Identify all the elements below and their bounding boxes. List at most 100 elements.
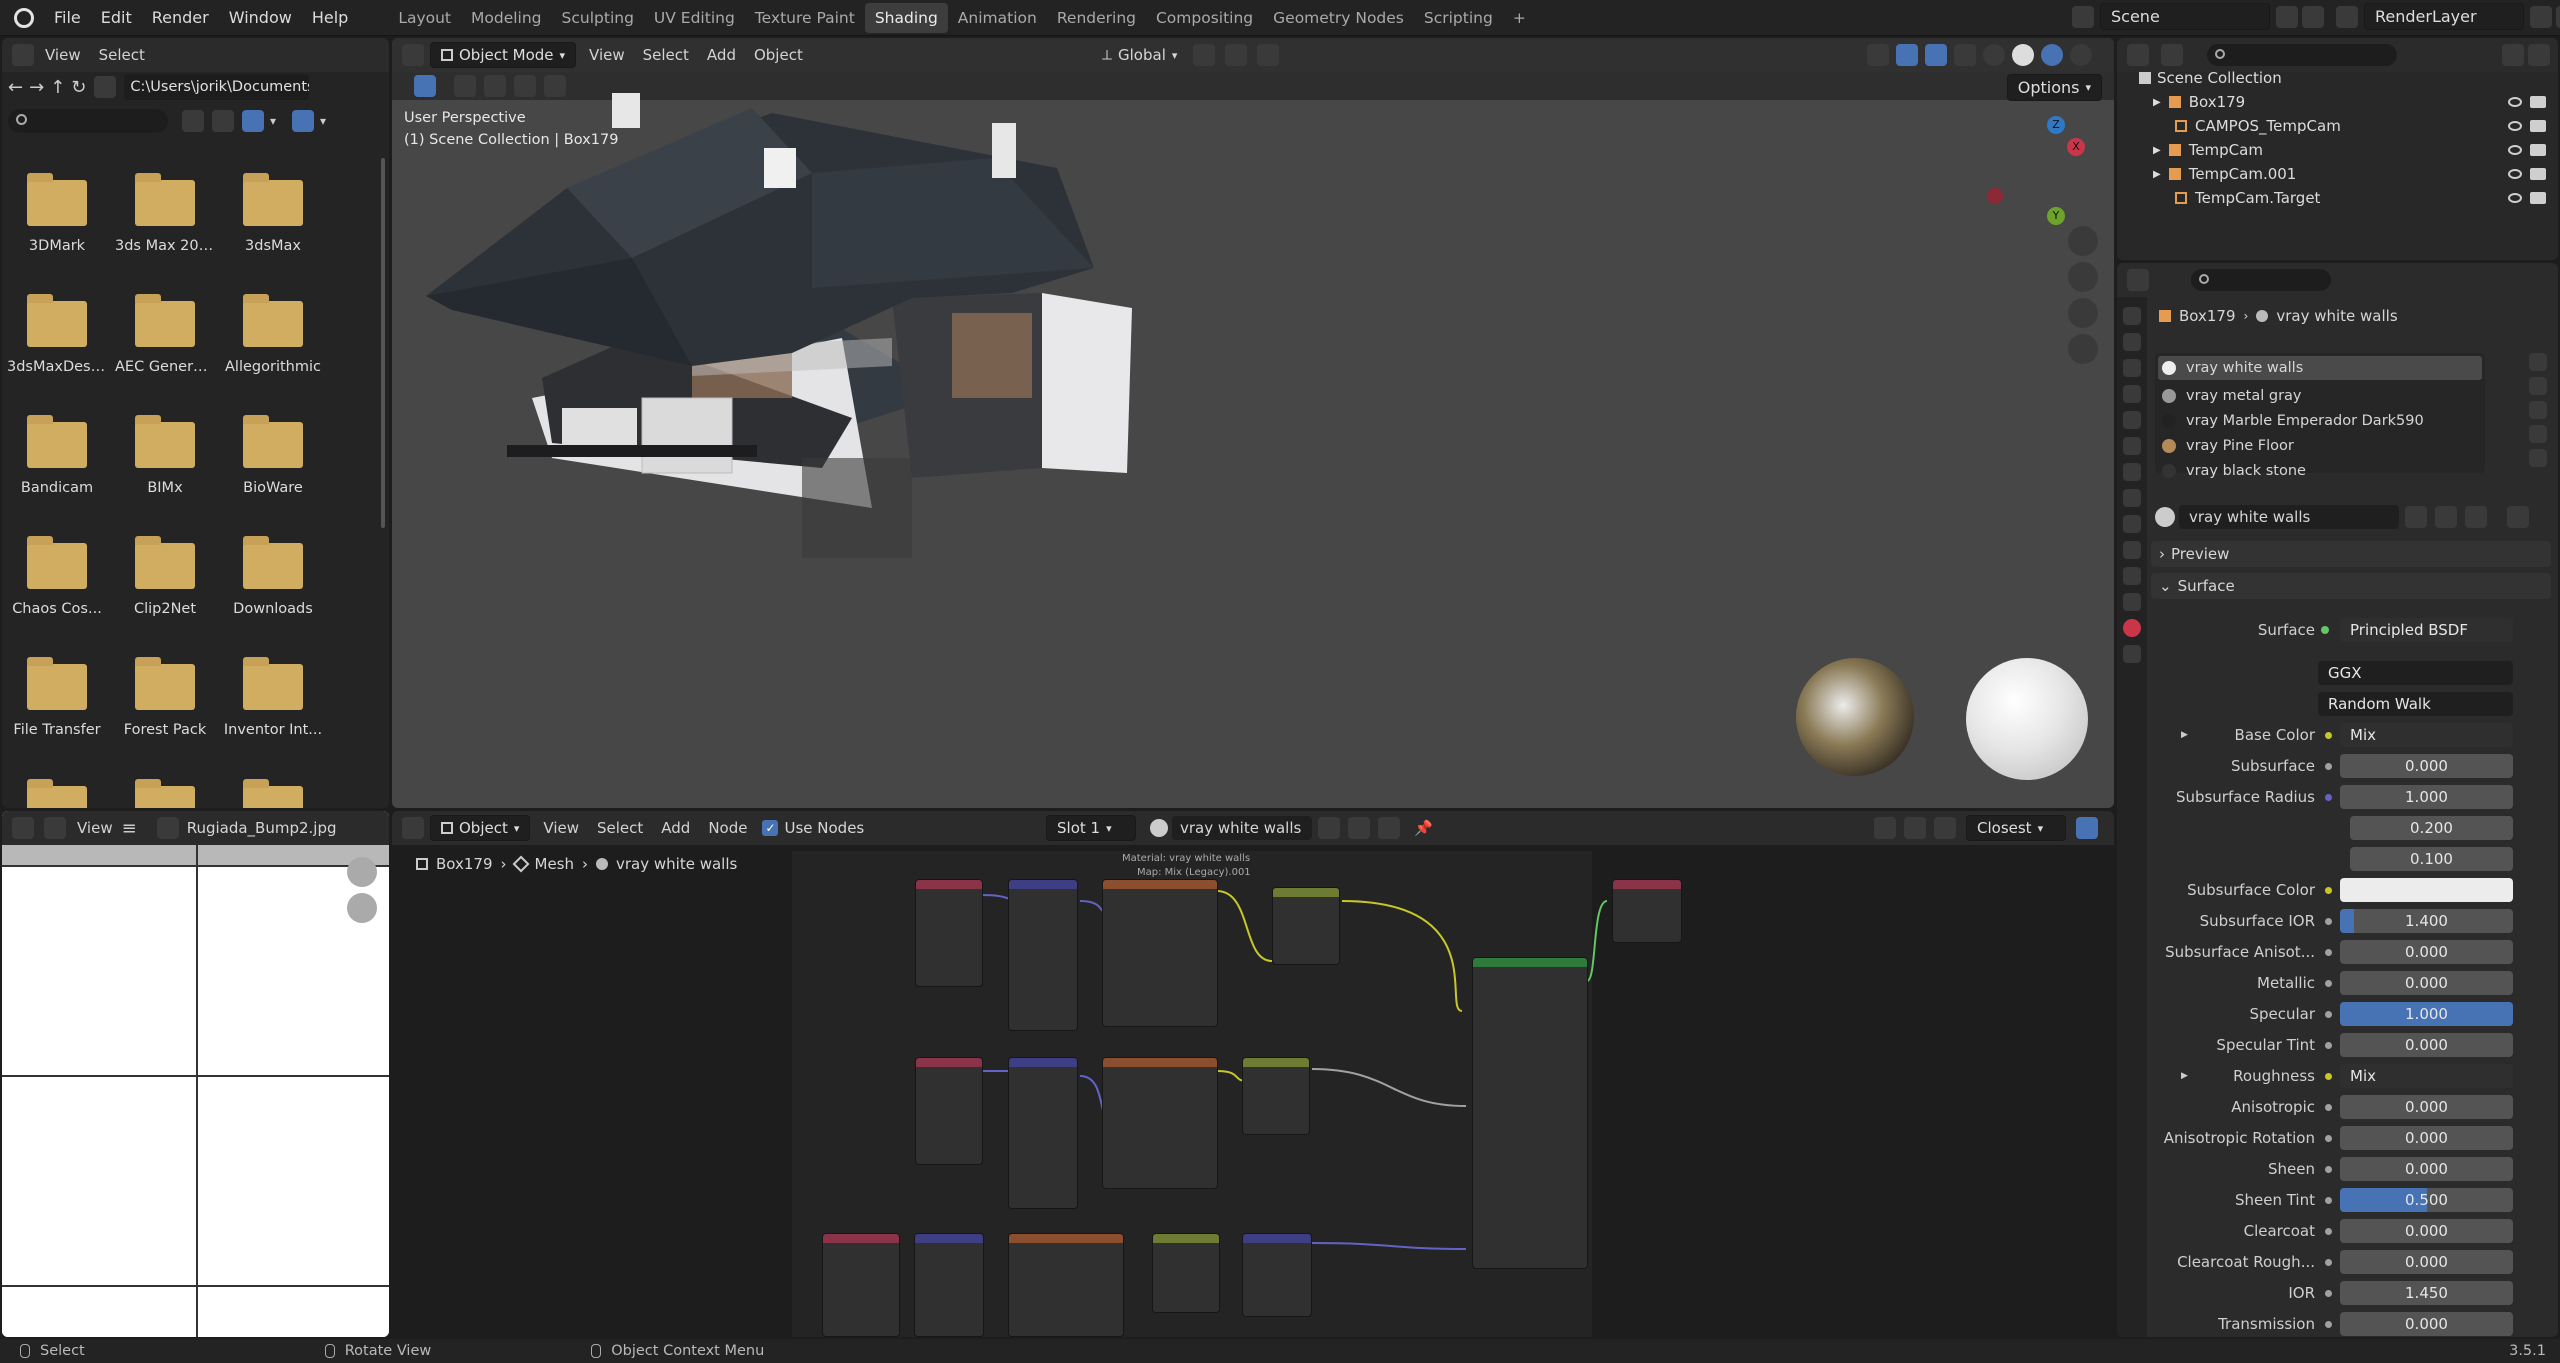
mapping-node[interactable] [914,1233,984,1337]
delete-scene-icon[interactable] [2302,5,2324,28]
image-texture-node[interactable] [1102,879,1218,1027]
render-camera-icon[interactable] [2530,168,2546,180]
folder-item[interactable]: Inventor Int... [223,657,323,738]
tree-item-campos[interactable]: CAMPOS_TempCam [2117,114,2558,138]
expand-arrow-icon[interactable]: ▶ [2153,169,2161,180]
material-slot[interactable]: vray white walls [2158,356,2482,380]
menu-render[interactable]: Render [142,8,219,27]
folder-item[interactable]: Downloads [223,536,323,617]
editor-type-icon[interactable] [12,44,34,66]
data-tab-icon[interactable] [2123,593,2141,611]
folder-item[interactable]: BioWare [223,415,323,496]
refresh-icon[interactable]: ↻ [71,77,86,98]
properties-search[interactable] [2191,269,2331,291]
material-name-field[interactable]: vray white walls [2179,505,2399,529]
expand-arrow-icon[interactable]: ▶ [2153,145,2161,156]
pan-hand-icon[interactable] [347,893,377,923]
folder-item[interactable]: Chaos Cos... [7,536,107,617]
output-tab-icon[interactable] [2123,359,2141,377]
tab-uv-editing[interactable]: UV Editing [644,3,745,33]
editor-type-icon[interactable] [12,817,34,839]
view-layer-selector[interactable]: RenderLayer [2364,3,2524,30]
tab-animation[interactable]: Animation [948,3,1047,33]
folder-item[interactable]: AEC Genera... [115,294,215,375]
new-folder-icon[interactable] [94,76,117,98]
folder-item[interactable]: Forest Pack [115,657,215,738]
folder-item[interactable]: Clip2Net [115,536,215,617]
render-camera-icon[interactable] [2530,192,2546,204]
shader-node-editor[interactable]: Object ▾ View Select Add Node ✓ Use Nodes… [392,811,2114,1337]
tab-scripting[interactable]: Scripting [1414,3,1503,33]
material-slot[interactable]: vray Pine Floor [2155,433,2485,458]
image-editor[interactable]: View ≡ Rugiada_Bump2.jpg [2,811,389,1337]
tree-item-box179[interactable]: ▶ Box179 [2117,90,2558,114]
folder-item[interactable]: BIMx [115,415,215,496]
chevron-down-icon[interactable]: ▾ [270,114,276,128]
zoom-icon[interactable] [2068,226,2098,256]
eye-icon[interactable] [2508,169,2522,179]
image-mode-icon[interactable] [44,817,66,839]
delete-layer-icon[interactable] [2556,5,2560,28]
constraints-tab-icon[interactable] [2123,567,2141,585]
tab-compositing[interactable]: Compositing [1146,3,1263,33]
eye-icon[interactable] [2508,97,2522,107]
editor-type-icon[interactable] [2127,269,2149,291]
menu-help[interactable]: Help [302,8,358,27]
image-texture-node[interactable] [1008,1233,1124,1337]
folder-item-partial[interactable] [7,779,107,808]
tree-item-tempcam-target[interactable]: TempCam.Target [2117,186,2558,210]
gizmo-neg-x[interactable] [1987,188,2003,204]
tab-modeling[interactable]: Modeling [461,3,552,33]
new-collection-icon[interactable] [2528,44,2550,66]
tab-texture-paint[interactable]: Texture Paint [745,3,865,33]
surface-panel[interactable]: ⌄ Surface [2151,573,2551,599]
navigation-gizmo[interactable]: Z X Y [1987,116,2087,225]
expand-arrow-icon[interactable]: ▶ [2153,97,2161,108]
perspective-grid-icon[interactable] [2068,334,2098,364]
folder-item[interactable]: Allegorithmic [223,294,323,375]
move-down-icon[interactable] [2529,449,2547,467]
material-slot[interactable]: vray Marble Emperador Dark590 [2155,408,2485,433]
menu-view[interactable]: View [36,46,90,64]
remove-slot-icon[interactable] [2529,377,2547,395]
menu-edit[interactable]: Edit [91,8,142,27]
view-layer-tab-icon[interactable] [2123,385,2141,403]
menu-file[interactable]: File [44,8,91,27]
outliner-search[interactable] [2207,44,2397,66]
parent-dir-icon[interactable]: ↑ [50,77,65,98]
folder-item[interactable]: 3ds Max 2023 [115,173,215,254]
mapping-node[interactable] [1008,879,1078,1031]
filter-chevron-icon[interactable]: ▾ [320,114,326,128]
gizmo-z-axis[interactable]: Z [2047,116,2065,134]
principled-bsdf-node[interactable] [1472,957,1588,1269]
material-tab-icon[interactable] [2123,619,2141,637]
add-workspace-button[interactable]: + [1503,3,1536,33]
preview-panel[interactable]: › Preview [2151,541,2551,567]
particles-tab-icon[interactable] [2123,515,2141,533]
filter-icon[interactable] [292,110,315,132]
material-output-node[interactable] [1612,879,1682,943]
unlink-icon[interactable] [2465,506,2487,528]
modifier-tab-icon[interactable] [2123,489,2141,507]
texcoord-node[interactable] [915,879,983,987]
menu-select[interactable]: Select [90,46,154,64]
path-field[interactable]: C:\Users\jorik\Documents\ [124,74,310,100]
eye-icon[interactable] [2508,193,2522,203]
display-thumbnails-icon[interactable] [242,110,264,132]
duplicate-icon[interactable] [2435,506,2457,528]
eye-icon[interactable] [2508,121,2522,131]
display-mode-icon[interactable] [2161,44,2183,66]
object-tab-icon[interactable] [2123,463,2141,481]
folder-item[interactable]: File Transfer [7,657,107,738]
image-name[interactable]: Rugiada_Bump2.jpg [187,819,337,837]
forward-arrow-icon[interactable]: → [29,77,44,98]
material-slot[interactable]: vray black stone [2155,458,2485,483]
move-up-icon[interactable] [2529,425,2547,443]
tab-rendering[interactable]: Rendering [1047,3,1146,33]
mix-node[interactable] [1152,1233,1220,1313]
add-slot-icon[interactable] [2529,353,2547,371]
tab-geometry-nodes[interactable]: Geometry Nodes [1263,3,1414,33]
render-camera-icon[interactable] [2530,144,2546,156]
material-slot[interactable]: vray metal gray [2155,383,2485,408]
tree-scene-collection[interactable]: Scene Collection [2117,66,2558,90]
